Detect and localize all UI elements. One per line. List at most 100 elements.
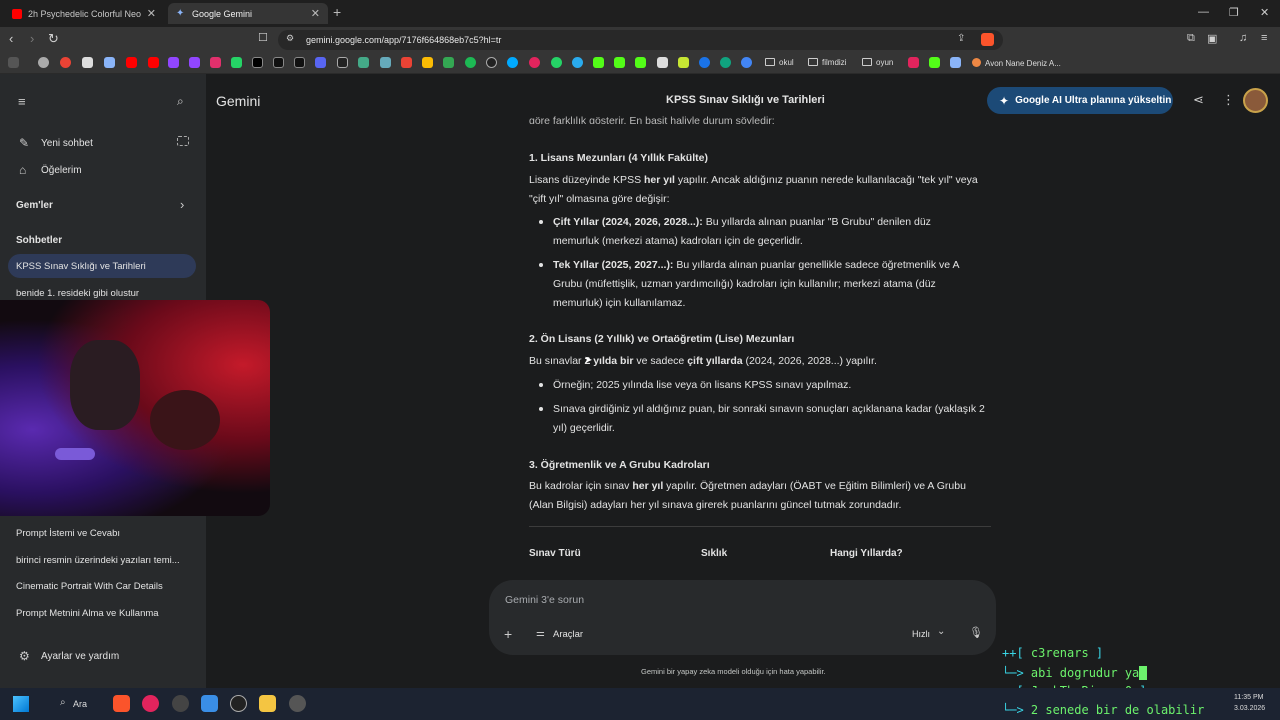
- maps-icon[interactable]: [443, 57, 454, 68]
- bookmark-site-icon[interactable]: [529, 57, 540, 68]
- my-stuff-button[interactable]: Öğelerim: [41, 165, 82, 176]
- youtube-bookmark-icon[interactable]: [126, 57, 137, 68]
- bookmark-icon[interactable]: ☐: [258, 31, 268, 44]
- tools-button[interactable]: Araçlar: [553, 629, 583, 640]
- more-options-icon[interactable]: ⋮: [1222, 92, 1235, 108]
- taskbar-search[interactable]: Ara: [73, 699, 87, 709]
- avatar[interactable]: [1243, 88, 1268, 113]
- close-tab-icon[interactable]: ✕: [311, 7, 320, 20]
- reload-icon[interactable]: ↻: [48, 31, 59, 47]
- table-header: Hangi Yıllarda?: [830, 548, 903, 559]
- gemini-brand[interactable]: Gemini: [216, 93, 260, 109]
- menu-icon[interactable]: ≡: [1261, 32, 1267, 44]
- extensions-icon[interactable]: ⧉: [1187, 32, 1195, 45]
- prompt-input[interactable]: Gemini 3'e sorun: [505, 594, 584, 606]
- bookmark-site-icon[interactable]: [741, 57, 752, 68]
- media-icon[interactable]: ♫: [1239, 32, 1247, 44]
- gems-section[interactable]: Gem'ler: [16, 200, 53, 211]
- twitch-icon[interactable]: [189, 57, 200, 68]
- youtube-bookmark-icon[interactable]: [148, 57, 159, 68]
- sidebar-chat-item[interactable]: birinci resmin üzerindeki yazıları temi.…: [16, 555, 180, 566]
- new-chat-button[interactable]: Yeni sohbet: [41, 138, 93, 149]
- model-mode-selector[interactable]: Hızlı: [912, 629, 930, 639]
- add-icon[interactable]: +: [504, 626, 512, 642]
- prompt-input-box[interactable]: [489, 580, 996, 655]
- media-player-icon[interactable]: [142, 695, 159, 712]
- sidebar-chat-item[interactable]: KPSS Sınav Sıklığı ve Tarihleri: [16, 261, 146, 272]
- bookmark-site-icon[interactable]: [908, 57, 919, 68]
- chevron-down-icon[interactable]: ⌄: [937, 626, 945, 637]
- gmail-icon[interactable]: [401, 57, 412, 68]
- bookmark-site-icon[interactable]: [507, 57, 518, 68]
- microphone-icon[interactable]: 🎙: [969, 626, 983, 639]
- x-icon[interactable]: [252, 57, 263, 68]
- windows-start-icon[interactable]: [13, 696, 29, 712]
- brave-icon[interactable]: [113, 695, 130, 712]
- github-icon[interactable]: [486, 57, 497, 68]
- clock-date[interactable]: 3.03.2026: [1234, 705, 1265, 712]
- bookmark-site-icon[interactable]: [657, 57, 668, 68]
- chevron-right-icon[interactable]: ›: [180, 197, 184, 212]
- tiktok-icon[interactable]: [273, 57, 284, 68]
- whatsapp-icon[interactable]: [551, 57, 562, 68]
- app-icon[interactable]: [172, 695, 189, 712]
- sidebar-chat-item[interactable]: Prompt Metnini Alma ve Kullanma: [16, 608, 159, 619]
- file-explorer-icon[interactable]: [259, 695, 276, 712]
- history-icon[interactable]: [38, 57, 49, 68]
- bookmark-site-icon[interactable]: [380, 57, 391, 68]
- chatgpt-icon[interactable]: [720, 57, 731, 68]
- minimize-icon[interactable]: —: [1198, 6, 1209, 18]
- sidebar-toggle-icon[interactable]: ▣: [1207, 32, 1217, 45]
- bookmark-site-icon[interactable]: [950, 57, 961, 68]
- site-info-icon[interactable]: ⚙: [286, 33, 294, 44]
- instagram-icon[interactable]: [210, 57, 221, 68]
- bookmark-site-icon[interactable]: [678, 57, 689, 68]
- bookmark-folder-oyun[interactable]: oyun: [862, 58, 893, 67]
- back-icon[interactable]: ‹: [9, 31, 13, 46]
- sidebar-chat-item[interactable]: Prompt İstemi ve Cevabı: [16, 528, 120, 539]
- sidebar-chat-item[interactable]: benide 1. resideki gibi olustur: [16, 288, 139, 299]
- temporary-chat-icon[interactable]: [177, 136, 189, 146]
- app-icon[interactable]: [230, 695, 247, 712]
- close-tab-icon[interactable]: ✕: [147, 7, 156, 20]
- apps-icon[interactable]: [8, 57, 19, 68]
- photos-icon[interactable]: [201, 695, 218, 712]
- twitch-icon[interactable]: [168, 57, 179, 68]
- menu-hamburger-icon[interactable]: ≡: [18, 94, 26, 109]
- kick-icon[interactable]: [929, 57, 940, 68]
- new-tab-icon[interactable]: +: [333, 4, 341, 20]
- discord-icon[interactable]: [315, 57, 326, 68]
- kick-icon[interactable]: [614, 57, 625, 68]
- bookmark-folder-okul[interactable]: okul: [765, 58, 794, 67]
- forward-icon[interactable]: ›: [30, 31, 34, 46]
- close-window-icon[interactable]: ✕: [1260, 6, 1269, 19]
- google-icon[interactable]: [60, 57, 71, 68]
- drive-icon[interactable]: [422, 57, 433, 68]
- bookmark-site-icon[interactable]: [231, 57, 242, 68]
- spotify-icon[interactable]: [465, 57, 476, 68]
- bookmark-site-icon[interactable]: [358, 57, 369, 68]
- bookmark-site-icon[interactable]: [82, 57, 93, 68]
- upgrade-plan-button[interactable]: ✦ Google AI Ultra planına yükseltin: [987, 87, 1173, 114]
- url-text[interactable]: gemini.google.com/app/7176f664868eb7c5?h…: [306, 35, 501, 45]
- brave-shield-icon[interactable]: [981, 33, 994, 46]
- gemini-bookmark-icon[interactable]: [104, 57, 115, 68]
- share-page-icon[interactable]: ⇪: [957, 33, 965, 44]
- bookmark-folder-filmdizi[interactable]: filmdizi: [808, 58, 846, 67]
- sidebar-chat-item[interactable]: Cinematic Portrait With Car Details: [16, 581, 163, 592]
- bookmark-avon[interactable]: Avon Nane Deniz A...: [972, 58, 1061, 68]
- capcut-icon[interactable]: [337, 57, 348, 68]
- tiktok-icon[interactable]: [294, 57, 305, 68]
- tab-youtube[interactable]: 2h Psychedelic Colorful Neon Backgr ✕: [4, 3, 164, 24]
- app-icon[interactable]: [289, 695, 306, 712]
- telegram-icon[interactable]: [572, 57, 583, 68]
- clock-time[interactable]: 11:35 PM: [1234, 694, 1263, 701]
- settings-help-button[interactable]: Ayarlar ve yardım: [41, 651, 119, 662]
- bookmark-site-icon[interactable]: [699, 57, 710, 68]
- maximize-icon[interactable]: ❐: [1229, 6, 1239, 19]
- kick-icon[interactable]: [593, 57, 604, 68]
- share-icon[interactable]: ⋖: [1193, 92, 1204, 108]
- search-icon[interactable]: ⌕: [177, 94, 184, 109]
- tab-gemini[interactable]: ✦ Google Gemini ✕: [168, 3, 328, 24]
- kick-icon[interactable]: [635, 57, 646, 68]
